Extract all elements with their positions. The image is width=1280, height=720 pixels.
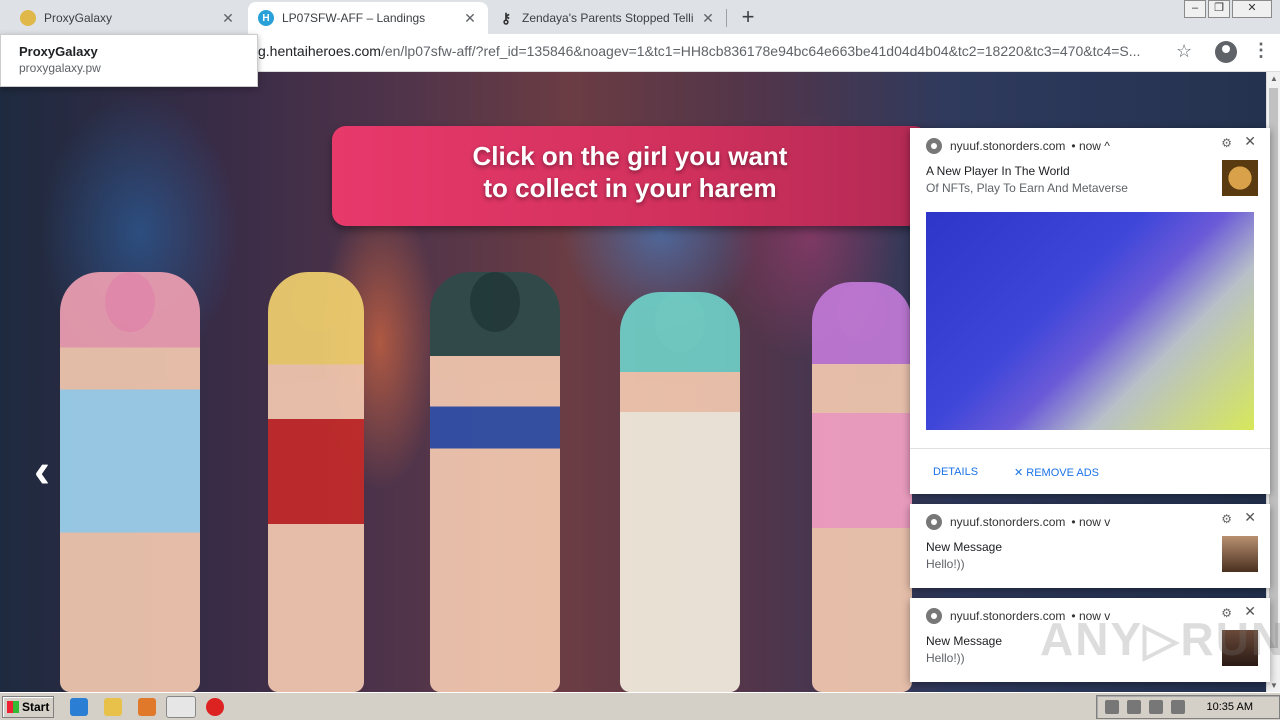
arrow-up-icon[interactable]	[1105, 700, 1119, 714]
hh-icon: H	[258, 10, 274, 26]
tab-title: ProxyGalaxy	[44, 11, 113, 25]
scroll-up-icon[interactable]: ▲	[1270, 74, 1278, 83]
start-button[interactable]: Start	[2, 696, 54, 718]
chrome-icon	[926, 138, 942, 154]
volume-icon[interactable]	[1127, 700, 1141, 714]
remove-ads-button[interactable]: ✕ REMOVE ADS	[1014, 466, 1099, 479]
url-path: /en/lp07sfw-aff/?ref_id=135846&noagev=1&…	[380, 43, 1141, 59]
network-icon[interactable]	[1149, 700, 1163, 714]
close-icon[interactable]: ✕	[1244, 509, 1256, 526]
restore-button[interactable]: ❐	[1208, 0, 1230, 18]
tab-separator	[726, 9, 727, 27]
media-player-icon[interactable]	[138, 698, 156, 716]
scroll-down-icon[interactable]: ▼	[1270, 681, 1278, 690]
bitcoin-icon	[1222, 160, 1258, 196]
notification-title: New Message	[926, 634, 1003, 648]
address-bar[interactable]: g.hentaiheroes.com/en/lp07sfw-aff/?ref_i…	[258, 43, 1158, 59]
notification-title: New Message	[926, 540, 1003, 554]
character-girl-2[interactable]	[268, 272, 364, 692]
hover-card-title: ProxyGalaxy	[19, 44, 98, 59]
tab-strip: ProxyGalaxy ✕ H LP07SFW-AFF – Landings ✕…	[0, 0, 1280, 34]
tab-close-icon[interactable]: ✕	[700, 10, 716, 27]
system-tray: 10:35 AM	[1096, 695, 1280, 719]
notification-header: nyuuf.stonorders.com • now v	[926, 514, 1110, 530]
bookmark-star-icon[interactable]: ☆	[1176, 41, 1192, 62]
banner-heading: Click on the girl you want to collect in…	[420, 140, 840, 204]
start-label: Start	[22, 700, 50, 714]
taskbar: Start 10:35 AM	[0, 692, 1280, 720]
character-girl-5[interactable]	[812, 282, 912, 692]
tab-close-icon[interactable]: ✕	[220, 10, 236, 27]
tab-title: LP07SFW-AFF – Landings	[282, 11, 426, 25]
prev-arrow-button[interactable]: ‹	[34, 444, 50, 499]
character-head	[470, 272, 520, 332]
notification-card[interactable]: nyuuf.stonorders.com • now v ⚙ ✕ New Mes…	[910, 504, 1270, 588]
hover-card-subtitle: proxygalaxy.pw	[19, 61, 101, 75]
notification-card[interactable]: nyuuf.stonorders.com • now ^ ⚙ ✕ A New P…	[910, 128, 1270, 494]
tab-zendaya[interactable]: ⚷ Zendaya's Parents Stopped Telling H ✕	[488, 2, 726, 34]
tab-close-icon[interactable]: ✕	[462, 10, 478, 27]
notification-body: Hello!))	[926, 651, 965, 665]
tab-title: Zendaya's Parents Stopped Telling H	[522, 11, 694, 25]
profile-avatar-icon[interactable]	[1215, 41, 1237, 63]
ie-icon[interactable]	[70, 698, 88, 716]
scroll-thumb[interactable]	[1269, 88, 1278, 648]
notification-time: • now v	[1071, 515, 1111, 529]
notification-image	[926, 212, 1254, 430]
character-girl-1[interactable]	[60, 272, 200, 692]
gear-icon[interactable]: ⚙	[1221, 136, 1232, 150]
globe-icon	[20, 10, 36, 26]
url-domain: g.hentaiheroes.com	[258, 43, 381, 59]
close-icon[interactable]: ✕	[1244, 133, 1256, 150]
character-head	[655, 292, 705, 352]
tab-proxygalaxy[interactable]: ProxyGalaxy ✕	[10, 2, 246, 34]
character-head	[105, 272, 155, 332]
new-tab-button[interactable]: +	[736, 6, 760, 30]
minimize-button[interactable]: –	[1184, 0, 1206, 18]
chrome-icon	[926, 608, 942, 624]
character-girl-3[interactable]	[430, 272, 560, 692]
windows-flag-icon	[7, 701, 19, 713]
gear-icon[interactable]: ⚙	[1221, 512, 1232, 526]
details-button[interactable]: DETAILS	[933, 466, 978, 478]
banner-line-1: Click on the girl you want	[472, 141, 788, 171]
avatar	[1222, 536, 1258, 572]
key-icon: ⚷	[500, 9, 512, 26]
notification-body: Hello!))	[926, 557, 965, 571]
watermark-logo: ANY▷RUN	[1040, 613, 1280, 665]
window-close-button[interactable]: ✕	[1232, 0, 1272, 18]
notification-body: Of NFTs, Play To Earn And Metaverse	[926, 181, 1128, 195]
notification-header: nyuuf.stonorders.com • now ^	[926, 138, 1110, 154]
character-head	[291, 272, 341, 332]
clock: 10:35 AM	[1206, 701, 1253, 713]
notification-title: A New Player In The World	[926, 164, 1070, 178]
notification-actions: DETAILS ✕ REMOVE ADS	[910, 448, 1270, 494]
chrome-icon	[926, 514, 942, 530]
menu-kebab-icon[interactable]: ⋮	[1252, 40, 1270, 61]
notification-site: nyuuf.stonorders.com	[950, 139, 1066, 153]
chrome-taskbar-button[interactable]	[166, 696, 196, 718]
notification-site: nyuuf.stonorders.com	[950, 515, 1066, 529]
banner-line-2: to collect in your harem	[483, 173, 777, 203]
tab-landings[interactable]: H LP07SFW-AFF – Landings ✕	[248, 2, 488, 34]
flag-icon[interactable]	[1171, 700, 1185, 714]
tab-hover-card: ProxyGalaxy proxygalaxy.pw	[0, 34, 258, 87]
folder-icon[interactable]	[104, 698, 122, 716]
notification-time: • now ^	[1071, 139, 1110, 153]
character-girl-4[interactable]	[620, 292, 740, 692]
security-alert-icon[interactable]	[206, 698, 224, 716]
character-head	[837, 282, 887, 342]
